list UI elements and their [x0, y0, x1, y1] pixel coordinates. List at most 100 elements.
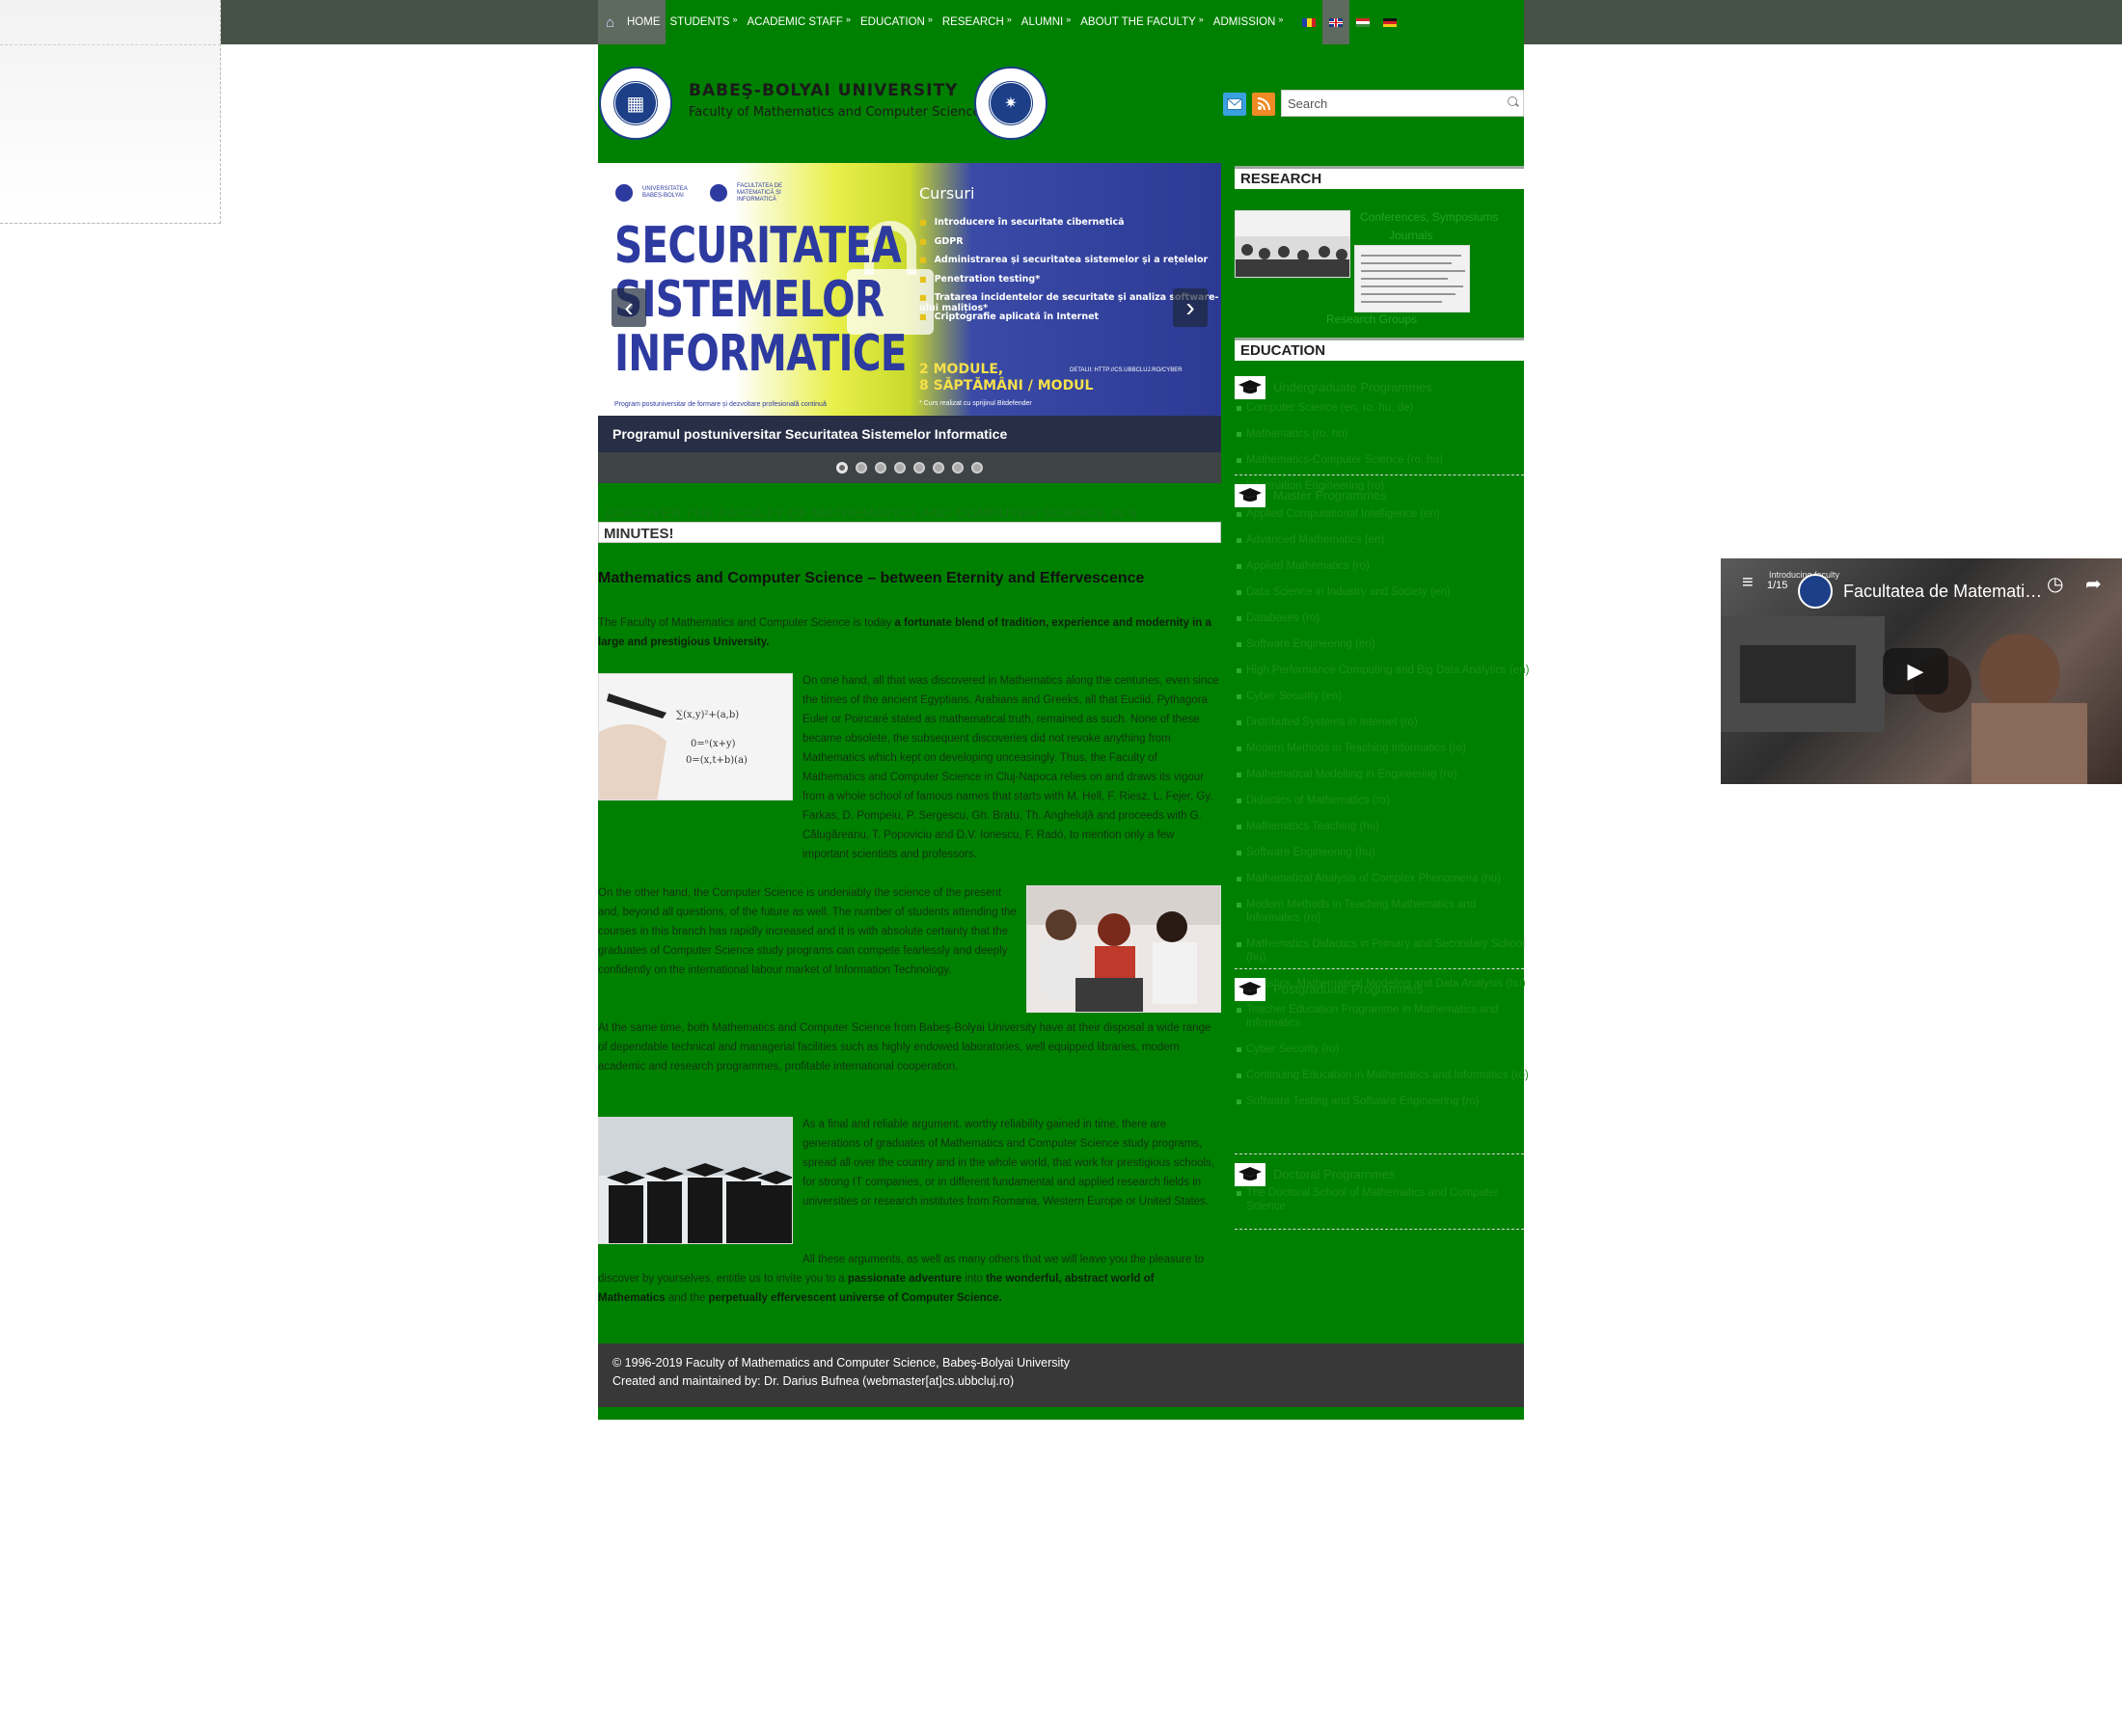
- research-link-conferences[interactable]: Conferences, Symposiums: [1360, 210, 1498, 224]
- slider-dot[interactable]: [856, 462, 867, 474]
- edu-link[interactable]: Mathematical Modelling in Engineering (r…: [1237, 768, 1532, 781]
- video-title[interactable]: Facultatea de Matemati…: [1843, 582, 2042, 602]
- edu-link[interactable]: Continuing Education in Mathematics and …: [1237, 1069, 1532, 1082]
- edu-group-title[interactable]: Doctoral Programmes: [1273, 1167, 1395, 1181]
- slider-next-button[interactable]: ›: [1173, 288, 1208, 327]
- edu-link[interactable]: Didactics of Mathematics (ro): [1237, 794, 1532, 807]
- edu-link[interactable]: Mathematical Analysis of Complex Phenome…: [1237, 872, 1532, 885]
- research-link-journals[interactable]: Journals: [1389, 229, 1432, 242]
- faculty-name: Faculty of Mathematics and Computer Scie…: [689, 105, 981, 120]
- discover-heading[interactable]: DISCOVER THE FACULTY OF MATHEMATICS AND …: [598, 495, 1221, 545]
- edu-link[interactable]: Databases (ro): [1237, 611, 1532, 625]
- slider-dot[interactable]: [952, 462, 964, 474]
- nav-research[interactable]: RESEARCH»: [938, 0, 1017, 44]
- graduation-cap-icon: [1235, 484, 1265, 507]
- edu-link[interactable]: Mathematics-Computer Science (ro, hu): [1237, 453, 1532, 467]
- edu-link[interactable]: Computer Science (en, ro, hu, de): [1237, 401, 1532, 415]
- p5-bold: passionate adventure: [847, 1273, 963, 1285]
- edu-link[interactable]: Data Science in Industry and Society (en…: [1237, 585, 1532, 599]
- rss-icon[interactable]: [1252, 93, 1275, 116]
- graduates-photo: [598, 1117, 793, 1244]
- email-icon[interactable]: [1223, 93, 1246, 116]
- p5-bold: perpetually effervescent universe of Com…: [708, 1292, 1002, 1304]
- edu-link[interactable]: Software Engineering (en): [1237, 637, 1532, 651]
- slide-image[interactable]: UNIVERSITATEA BABEȘ-BOLYAI FACULTATEA DE…: [598, 163, 1221, 416]
- research-link-groups[interactable]: Research Groups: [1326, 312, 1417, 326]
- image-slider: UNIVERSITATEA BABEȘ-BOLYAI FACULTATEA DE…: [598, 163, 1221, 483]
- paragraph-4: As a final and reliable argument, worthy…: [803, 1115, 1221, 1211]
- graduation-cap-icon: [1235, 978, 1265, 1001]
- lang-de[interactable]: [1376, 0, 1403, 44]
- svg-text:0=ⁿ(x+y): 0=ⁿ(x+y): [691, 739, 736, 749]
- video-player[interactable]: ≡ Introducing faculty 1/15 Facultatea de…: [1721, 558, 2122, 784]
- p5-text: and the: [665, 1292, 709, 1304]
- edu-link[interactable]: Mathematics Didactics in Primary and Sec…: [1237, 937, 1532, 964]
- conferences-thumb[interactable]: [1235, 210, 1350, 278]
- lang-ro[interactable]: [1295, 0, 1322, 44]
- research-heading: RESEARCH: [1235, 166, 1524, 189]
- slider-dot[interactable]: [971, 462, 983, 474]
- chevron-right-icon: »: [927, 14, 933, 24]
- edu-link[interactable]: Applied Mathematics (ro): [1237, 559, 1532, 573]
- edu-link[interactable]: High Performance Computing and Big Data …: [1237, 664, 1532, 677]
- footer-copyright: © 1996-2019 Faculty of Mathematics and C…: [612, 1356, 1071, 1370]
- edu-link[interactable]: Teacher Education Programme in Mathemati…: [1237, 1003, 1532, 1030]
- edu-group-title[interactable]: Postgraduate Programmes: [1273, 982, 1423, 996]
- nav-home[interactable]: HOME: [622, 0, 666, 44]
- edu-link[interactable]: Cyber Security (en): [1237, 690, 1532, 703]
- edu-group-title[interactable]: Undergraduate Programmes: [1273, 380, 1432, 394]
- lang-hu[interactable]: [1349, 0, 1376, 44]
- nav-academic-staff[interactable]: ACADEMIC STAFF»: [743, 0, 856, 44]
- site-logo[interactable]: ▦ BABEŞ-BOLYAI UNIVERSITY Faculty of Mat…: [599, 65, 1052, 146]
- edu-link[interactable]: Modern Methods in Teaching Informatics (…: [1237, 742, 1532, 755]
- edu-link[interactable]: Modern Methods in Teaching Mathematics a…: [1237, 898, 1532, 925]
- slider-dot[interactable]: [894, 462, 906, 474]
- slide-modules-line: 8 SĂPTĂMÂNI / MODUL: [919, 378, 1094, 393]
- slide-courses-heading: Cursuri: [919, 184, 975, 203]
- slide-course-item: Introducere în securitate cibernetică: [919, 217, 1221, 236]
- edu-group-title[interactable]: Master Programmes: [1273, 488, 1387, 502]
- nav-research-label: RESEARCH: [941, 16, 1004, 28]
- slide-modules: 2 MODULE, 8 SĂPTĂMÂNI / MODUL: [919, 362, 1093, 394]
- slider-prev-button[interactable]: ‹: [612, 288, 646, 327]
- nav-admission-label: ADMISSION: [1212, 16, 1276, 28]
- nav-admission[interactable]: ADMISSION»: [1209, 0, 1289, 44]
- slider-dot[interactable]: [913, 462, 925, 474]
- paragraph-5: All these arguments, as well as many oth…: [598, 1250, 1221, 1308]
- journals-thumb[interactable]: [1354, 245, 1470, 312]
- nav-alumni[interactable]: ALUMNI»: [1017, 0, 1075, 44]
- video-playlist-counter: 1/15: [1767, 580, 1788, 591]
- chevron-right-icon: »: [732, 14, 738, 24]
- nav-about[interactable]: ABOUT THE FACULTY»: [1075, 0, 1209, 44]
- slide-course-item: GDPR: [919, 236, 1221, 256]
- edu-link[interactable]: Mathematics Teaching (hu): [1237, 820, 1532, 833]
- nav-about-label: ABOUT THE FACULTY: [1080, 16, 1196, 28]
- slide-logo1-text: UNIVERSITATEA BABEȘ-BOLYAI: [642, 186, 688, 199]
- edu-link[interactable]: Software Testing and Software Engineerin…: [1237, 1095, 1532, 1108]
- search-input[interactable]: Search: [1281, 90, 1524, 117]
- edu-link[interactable]: Distributed Systems in Internet (ro): [1237, 716, 1532, 729]
- share-icon[interactable]: ➦: [2085, 572, 2102, 596]
- lang-en[interactable]: [1322, 0, 1350, 44]
- channel-avatar[interactable]: [1798, 574, 1833, 609]
- search-icon[interactable]: [1508, 96, 1517, 106]
- slider-dot[interactable]: [933, 462, 944, 474]
- slide-caption[interactable]: Programul postuniversitar Securitatea Si…: [598, 416, 1221, 452]
- edu-link[interactable]: Cyber Security (ro): [1237, 1043, 1532, 1056]
- paragraph-3: At the same time, both Mathematics and C…: [598, 1018, 1221, 1076]
- nav-education[interactable]: EDUCATION»: [856, 0, 938, 44]
- edu-link[interactable]: The Doctoral School of Mathematics and C…: [1237, 1186, 1532, 1213]
- clock-icon[interactable]: ◷: [2047, 572, 2063, 596]
- edu-link[interactable]: Advanced Mathematics (en): [1237, 533, 1532, 547]
- nav-students[interactable]: STUDENTS»: [666, 0, 743, 44]
- edu-link[interactable]: Software Engineering (hu): [1237, 846, 1532, 859]
- home-icon[interactable]: ⌂: [598, 0, 622, 44]
- playlist-icon[interactable]: ≡: [1742, 572, 1754, 594]
- edu-link[interactable]: Mathematics (ro, hu): [1237, 427, 1532, 441]
- play-icon[interactable]: ▶: [1883, 648, 1948, 694]
- chevron-right-icon: »: [1278, 14, 1284, 24]
- slide-title-line: SISTEMELOR: [614, 271, 884, 329]
- slider-dot[interactable]: [875, 462, 886, 474]
- edu-link[interactable]: Applied Computational Intelligence (en): [1237, 507, 1532, 521]
- slider-dot[interactable]: [836, 462, 848, 474]
